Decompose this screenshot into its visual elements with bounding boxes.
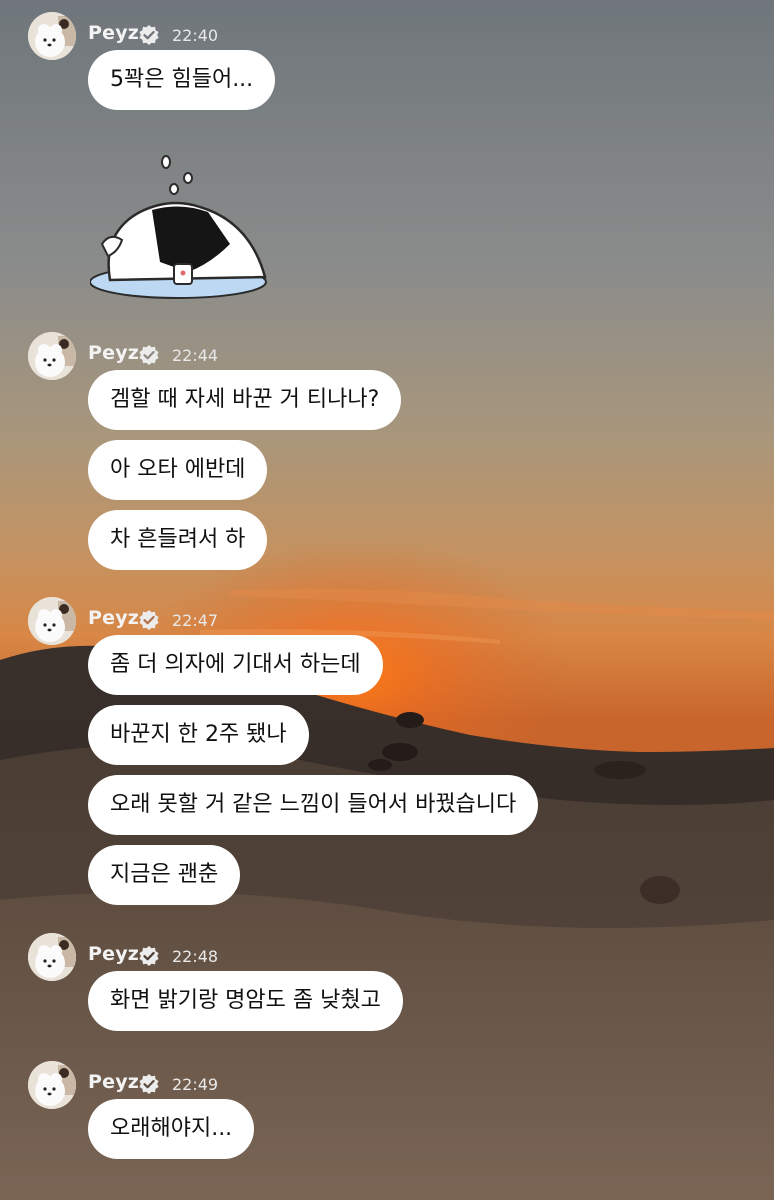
- message-time: 22:47: [172, 611, 219, 630]
- dog-avatar-icon: [28, 12, 76, 60]
- avatar[interactable]: [28, 1061, 76, 1109]
- crying-rice-ball-sticker[interactable]: [90, 152, 270, 302]
- verified-badge-icon: [139, 1074, 159, 1094]
- avatar[interactable]: [28, 597, 76, 645]
- verified-badge-icon: [139, 25, 159, 45]
- avatar[interactable]: [28, 933, 76, 981]
- message-bubble[interactable]: 차 흔들려서 하: [88, 510, 268, 570]
- message-time: 22:40: [172, 26, 219, 45]
- dog-avatar-icon: [28, 332, 76, 380]
- message-bubble[interactable]: 바꾼지 한 2주 됐나: [88, 705, 309, 765]
- message-time: 22:44: [172, 346, 219, 365]
- verified-badge-icon: [139, 610, 159, 630]
- message-bubble[interactable]: 5꽉은 힘들어...: [88, 50, 276, 110]
- sender-name[interactable]: Peyz: [88, 22, 139, 44]
- verified-badge-icon: [139, 946, 159, 966]
- message-time: 22:49: [172, 1075, 219, 1094]
- message-bubble[interactable]: 오래해야지...: [88, 1099, 255, 1159]
- dog-avatar-icon: [28, 597, 76, 645]
- sender-name[interactable]: Peyz: [88, 943, 139, 965]
- avatar[interactable]: [28, 332, 76, 380]
- message-bubble[interactable]: 지금은 괜춘: [88, 845, 241, 905]
- chat-feed: Peyz 22:40 5꽉은 힘들어... Peyz 22:44 겜할 때 자세…: [0, 0, 774, 1200]
- message-time: 22:48: [172, 947, 219, 966]
- verified-badge-icon: [139, 345, 159, 365]
- message-bubble[interactable]: 겜할 때 자세 바꾼 거 티나나?: [88, 370, 402, 430]
- sender-name[interactable]: Peyz: [88, 342, 139, 364]
- sender-name[interactable]: Peyz: [88, 1071, 139, 1093]
- message-bubble[interactable]: 오래 못할 거 같은 느낌이 들어서 바꿨습니다: [88, 775, 539, 835]
- avatar[interactable]: [28, 12, 76, 60]
- dog-avatar-icon: [28, 1061, 76, 1109]
- message-bubble[interactable]: 좀 더 의자에 기대서 하는데: [88, 635, 383, 695]
- sender-name[interactable]: Peyz: [88, 607, 139, 629]
- message-bubble[interactable]: 아 오타 에반데: [88, 440, 268, 500]
- message-bubble[interactable]: 화면 밝기랑 명암도 좀 낮췄고: [88, 971, 403, 1031]
- dog-avatar-icon: [28, 933, 76, 981]
